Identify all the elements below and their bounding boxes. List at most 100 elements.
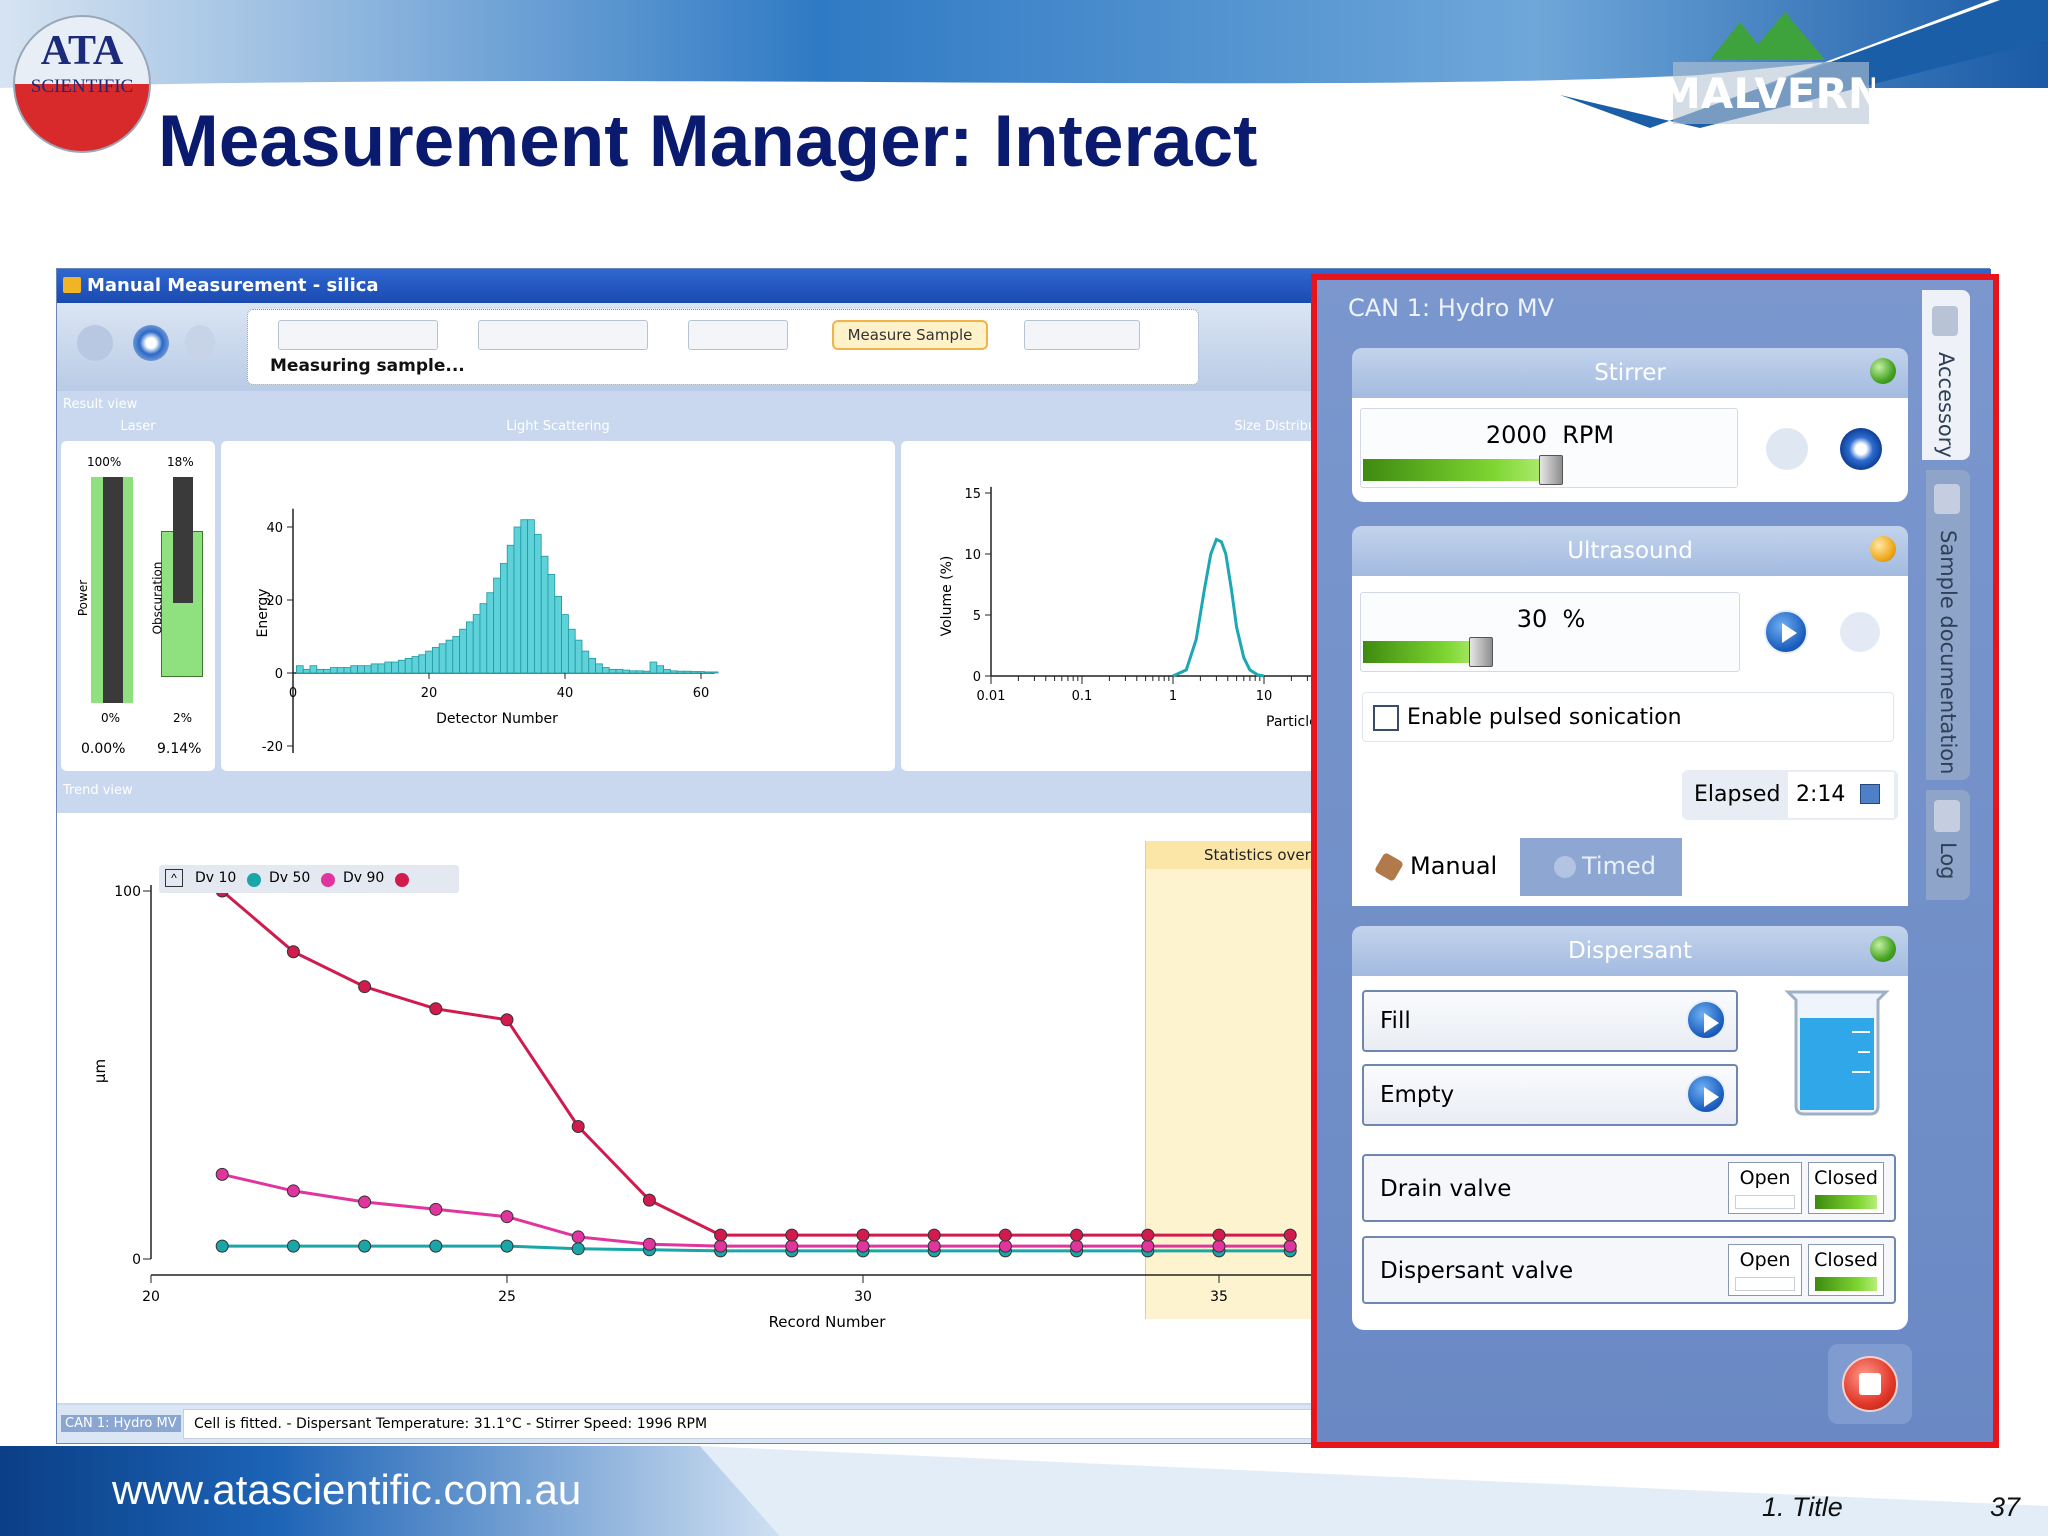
scattering-bar [540,555,549,674]
footer-section: 1. Title [1762,1492,1843,1522]
trend-point [358,1239,372,1253]
y-axis-label: µm [91,1059,109,1083]
y-tick-label: 10 [964,548,981,563]
forward-icon[interactable] [185,325,215,361]
scattering-bar [676,670,685,674]
scattering-bar [499,563,508,674]
trend-point [642,1193,656,1207]
scattering-bar [649,661,658,674]
size-distribution-pane: Size Distribution 0.01 0.1 1 10 0 5 10 15 Partic… [901,419,1389,771]
slide-title: Measurement Manager: Interact [158,101,1258,182]
collapse-legend-icon[interactable]: ^ [165,869,183,887]
x-tick-label: 25 [498,1289,516,1305]
trend-point [286,1184,300,1198]
size-distribution-title: Size Distribution [1234,419,1341,434]
svg-text:MALVERN: MALVERN [1665,69,1875,118]
trend-point [429,1202,443,1216]
y-tick-label: 40 [266,521,283,536]
scattering-bar [703,671,712,674]
trend-legend: ^ Dv 10 Dv 50 Dv 90 [159,865,459,893]
x-tick-label: 40 [557,686,574,701]
obscuration-value: 9.14% [157,741,202,757]
scattering-bar [615,668,624,674]
trend-chart: 20 25 30 35 0 100 Record Number µm [91,884,1367,1331]
status-bar-text: Cell is fitted. - Dispersant Temperature… [183,1409,1363,1439]
step-measure-sample[interactable]: Measure Sample [832,320,988,350]
y-tick-label: -20 [262,740,283,755]
scattering-bar [391,661,399,674]
legend-dv90-swatch [395,873,409,887]
x-axis-label: Detector Number [436,711,558,727]
trend-point [714,1239,728,1253]
window-app-icon [63,277,81,293]
x-tick-label: 35 [1210,1289,1228,1305]
scattering-bar [642,670,651,674]
highlight-box [1311,274,1999,1448]
trend-point [286,945,300,959]
x-tick-label: 1 [1169,689,1177,704]
trend-point [215,1239,229,1253]
scattering-bar [425,650,433,674]
scattering-bar [472,614,481,674]
trend-point [1212,1239,1226,1253]
status-text: Measuring sample... [270,356,465,376]
power-bar-fill [103,477,123,703]
obscuration-bar-fill [173,477,193,603]
y-axis-label: Energy [255,588,271,637]
y-tick-label: 5 [973,609,981,624]
trend-point [358,980,372,994]
scattering-bar [601,667,610,674]
trend-point [642,1237,656,1251]
step-button[interactable] [278,320,438,350]
scattering-bar [411,656,420,674]
scattering-bar [506,544,515,674]
step-button[interactable] [688,320,788,350]
scattering-bar [452,636,461,674]
scattering-bar [397,659,406,674]
scattering-bar [574,639,583,674]
step-button[interactable] [1024,320,1140,350]
scattering-bar [336,667,345,674]
trend-point [927,1239,941,1253]
light-scattering-chart: 0 20 40 6002040-20Detector NumberEnergy [255,508,719,755]
x-tick-label: 20 [421,686,438,701]
scattering-bar [683,670,692,674]
trend-point [215,1167,229,1181]
trend-point [571,1230,585,1244]
x-tick-label: 0.01 [977,689,1006,704]
scattering-bar [296,665,304,674]
trend-point [1141,1228,1155,1242]
trend-point [1283,1239,1297,1253]
legend-dv50-swatch [321,873,335,887]
trend-point [500,1210,514,1224]
light-scattering-pane: Light Scattering 0 20 40 60 0 20 40 -20 Detector… [221,419,895,771]
trend-point [785,1228,799,1242]
trend-point [286,1239,300,1253]
scattering-bar [370,663,379,674]
trend-series-line [221,889,1291,1237]
scattering-bar [608,668,617,674]
scattering-bar [459,628,467,674]
scattering-bar [513,526,522,674]
back-icon[interactable] [77,325,113,361]
power-bottom-label: 0% [101,711,121,725]
scattering-bar [309,665,318,674]
trend-point [856,1239,870,1253]
status-bar-device: CAN 1: Hydro MV [61,1415,181,1432]
step-button[interactable] [478,320,648,350]
refresh-icon[interactable] [133,325,169,361]
scattering-bar [533,533,542,674]
power-axis-label: Power [76,579,91,617]
x-tick-label: 10 [1256,689,1273,704]
obscuration-axis-label: Obscuration [150,561,165,635]
x-tick-label: 0.1 [1072,689,1093,704]
y-tick-label: 100 [114,884,141,900]
trend-point [927,1228,941,1242]
trend-point [429,1002,443,1016]
scattering-bar [635,670,644,674]
scattering-bar [547,574,556,674]
svg-text:SCIENTIFIC: SCIENTIFIC [31,76,133,97]
x-tick-label: 0 [289,686,297,701]
scattering-bar [669,670,678,674]
scattering-bar [554,595,562,674]
